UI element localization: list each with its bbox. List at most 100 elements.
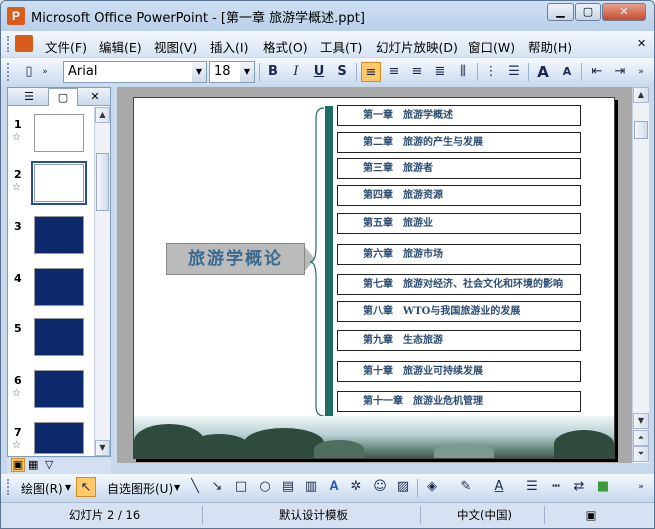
chapter-item[interactable]: 第十一章 旅游业危机管理 bbox=[337, 391, 581, 412]
increase-indent-icon[interactable]: ⇥ bbox=[610, 62, 630, 82]
dash-style-icon[interactable]: ┅ bbox=[546, 477, 566, 497]
slide-thumbnail-4[interactable]: 4 bbox=[8, 268, 94, 312]
line-style-icon[interactable]: ☰ bbox=[522, 477, 542, 497]
toolbar-options-chevron-icon[interactable]: » bbox=[634, 477, 648, 497]
close-pane-button[interactable]: ✕ bbox=[86, 88, 104, 106]
scroll-down-icon[interactable]: ▼ bbox=[633, 413, 649, 429]
align-right-icon[interactable]: ≡ bbox=[407, 62, 427, 82]
slides-tab[interactable]: ▢ bbox=[48, 88, 78, 106]
toolbar-options-chevron-icon[interactable]: » bbox=[39, 62, 51, 82]
numbered-list-icon[interactable]: ⋮ bbox=[481, 62, 501, 82]
close-window-button[interactable]: ✕ bbox=[602, 3, 646, 21]
shrink-font-button[interactable]: A bbox=[557, 62, 577, 82]
bold-button[interactable]: B bbox=[263, 62, 283, 82]
close-document-button[interactable]: ✕ bbox=[637, 37, 646, 50]
menu-slideshow[interactable]: 幻灯片放映(D) bbox=[376, 37, 458, 56]
scroll-up-icon[interactable]: ▲ bbox=[633, 87, 649, 103]
slide-sorter-view-icon[interactable]: ▦ bbox=[28, 458, 38, 471]
line-icon[interactable]: ╲ bbox=[185, 477, 205, 497]
scroll-thumb[interactable] bbox=[634, 121, 648, 139]
slide-thumbnail-1[interactable]: 1 ☆ bbox=[8, 114, 94, 158]
diagram-icon[interactable]: ✲ bbox=[346, 477, 366, 497]
toolbar-grip[interactable] bbox=[7, 479, 10, 495]
slides-pane-scrollbar[interactable]: ▲ ▼ bbox=[94, 107, 110, 456]
menu-file[interactable]: 文件(F) bbox=[45, 37, 87, 56]
chapter-item[interactable]: 第七章 旅游对经济、社会文化和环境的影响 bbox=[337, 274, 581, 295]
fill-color-icon[interactable]: ◈ bbox=[422, 477, 442, 497]
bulleted-list-icon[interactable]: ☰ bbox=[504, 62, 524, 82]
italic-button[interactable]: I bbox=[286, 62, 306, 82]
slideshow-view-icon[interactable]: ▽ bbox=[45, 458, 53, 471]
menu-window[interactable]: 窗口(W) bbox=[468, 37, 515, 56]
underline-button[interactable]: U bbox=[309, 62, 329, 82]
line-color-icon[interactable]: ✎ bbox=[456, 477, 476, 497]
font-size-combo[interactable]: 18 ▼ bbox=[209, 61, 255, 83]
scroll-thumb[interactable] bbox=[96, 153, 109, 211]
chevron-down-icon[interactable]: ▼ bbox=[192, 62, 206, 82]
slide-thumbnail-5[interactable]: 5 bbox=[8, 318, 94, 362]
font-name-combo[interactable]: Arial ▼ bbox=[63, 61, 207, 83]
menu-tools[interactable]: 工具(T) bbox=[320, 37, 362, 56]
scroll-up-icon[interactable]: ▲ bbox=[95, 107, 110, 123]
chapter-item[interactable]: 第十章 旅游业可持续发展 bbox=[337, 361, 581, 382]
slide-thumbnail-3[interactable]: 3 bbox=[8, 216, 94, 260]
chapter-item[interactable]: 第四章 旅游资源 bbox=[337, 185, 581, 206]
menu-grip[interactable] bbox=[7, 36, 10, 52]
animation-star-icon: ☆ bbox=[12, 132, 21, 143]
design-template-indicator[interactable]: 默认设计模板 bbox=[207, 506, 421, 524]
align-center-icon[interactable]: ≡ bbox=[384, 62, 404, 82]
menu-format[interactable]: 格式(O) bbox=[263, 37, 308, 56]
spelling-status-icon[interactable]: ▣ bbox=[577, 506, 605, 524]
maximize-button[interactable]: ▢ bbox=[575, 3, 601, 21]
chapter-item[interactable]: 第一章 旅游学概述 bbox=[337, 105, 581, 126]
textbox-icon[interactable]: ▤ bbox=[278, 477, 298, 497]
oval-icon[interactable]: ○ bbox=[255, 477, 275, 497]
draw-menu-button[interactable]: 绘图(R) bbox=[21, 480, 63, 497]
slide-thumbnail-2[interactable]: 2 ☆ bbox=[8, 161, 94, 208]
chapter-item[interactable]: 第八章 WTO与我国旅游业的发展 bbox=[337, 301, 581, 322]
toolbar-grip[interactable] bbox=[7, 63, 10, 81]
menu-edit[interactable]: 编辑(E) bbox=[99, 37, 142, 56]
shadow-button[interactable]: S bbox=[332, 62, 352, 82]
new-document-icon[interactable]: ▯ bbox=[19, 62, 39, 82]
decrease-indent-icon[interactable]: ⇤ bbox=[587, 62, 607, 82]
rectangle-icon[interactable]: □ bbox=[231, 477, 251, 497]
document-icon[interactable] bbox=[15, 35, 33, 52]
chapter-item[interactable]: 第九章 生态旅游 bbox=[337, 330, 581, 351]
normal-view-icon[interactable]: ▣ bbox=[11, 458, 25, 472]
slide-thumbnail-6[interactable]: 6 ☆ bbox=[8, 370, 94, 414]
editor-scrollbar[interactable]: ▲ ▼ ⏶ ⏷ bbox=[632, 87, 649, 463]
align-left-icon[interactable]: ≡ bbox=[361, 62, 381, 82]
chevron-down-icon[interactable]: ▼ bbox=[174, 483, 180, 492]
columns-icon[interactable]: ⫼ bbox=[453, 62, 473, 82]
toolbar-options-chevron-icon[interactable]: » bbox=[634, 62, 648, 82]
outline-tab[interactable]: ☰ bbox=[14, 88, 44, 106]
distributed-align-icon[interactable]: ≣ bbox=[430, 62, 450, 82]
minimize-button[interactable]: ▁ bbox=[547, 3, 574, 21]
wordart-icon[interactable]: 𝐀 bbox=[324, 477, 344, 497]
clipart-icon[interactable]: ☺ bbox=[370, 477, 390, 497]
chapter-item[interactable]: 第三章 旅游者 bbox=[337, 158, 581, 179]
arrow-style-icon[interactable]: ⇄ bbox=[569, 477, 589, 497]
font-color-icon[interactable]: A bbox=[489, 477, 509, 497]
menu-help[interactable]: 帮助(H) bbox=[528, 37, 572, 56]
picture-icon[interactable]: ▨ bbox=[393, 477, 413, 497]
chevron-down-icon[interactable]: ▼ bbox=[240, 62, 254, 82]
pane-tabs: ☰ ▢ ✕ bbox=[8, 88, 110, 106]
grow-font-button[interactable]: A bbox=[533, 62, 553, 82]
vertical-textbox-icon[interactable]: ▥ bbox=[301, 477, 321, 497]
menu-insert[interactable]: 插入(I) bbox=[210, 37, 248, 56]
chevron-down-icon[interactable]: ▼ bbox=[65, 483, 71, 492]
arrow-icon[interactable]: ↘ bbox=[207, 477, 227, 497]
autoshapes-menu-button[interactable]: 自选图形(U) bbox=[107, 480, 173, 497]
scroll-down-icon[interactable]: ▼ bbox=[95, 440, 110, 456]
chapter-item[interactable]: 第六章 旅游市场 bbox=[337, 244, 581, 265]
shadow-style-icon[interactable]: ■ bbox=[593, 477, 613, 497]
menu-view[interactable]: 视图(V) bbox=[154, 37, 197, 56]
previous-slide-icon[interactable]: ⏶ bbox=[633, 430, 649, 446]
main-title-box[interactable]: 旅游学概论 bbox=[166, 243, 305, 275]
next-slide-icon[interactable]: ⏷ bbox=[633, 446, 649, 462]
select-objects-icon[interactable]: ↖ bbox=[76, 477, 96, 497]
chapter-item[interactable]: 第五章 旅游业 bbox=[337, 213, 581, 234]
chapter-item[interactable]: 第二章 旅游的产生与发展 bbox=[337, 132, 581, 153]
